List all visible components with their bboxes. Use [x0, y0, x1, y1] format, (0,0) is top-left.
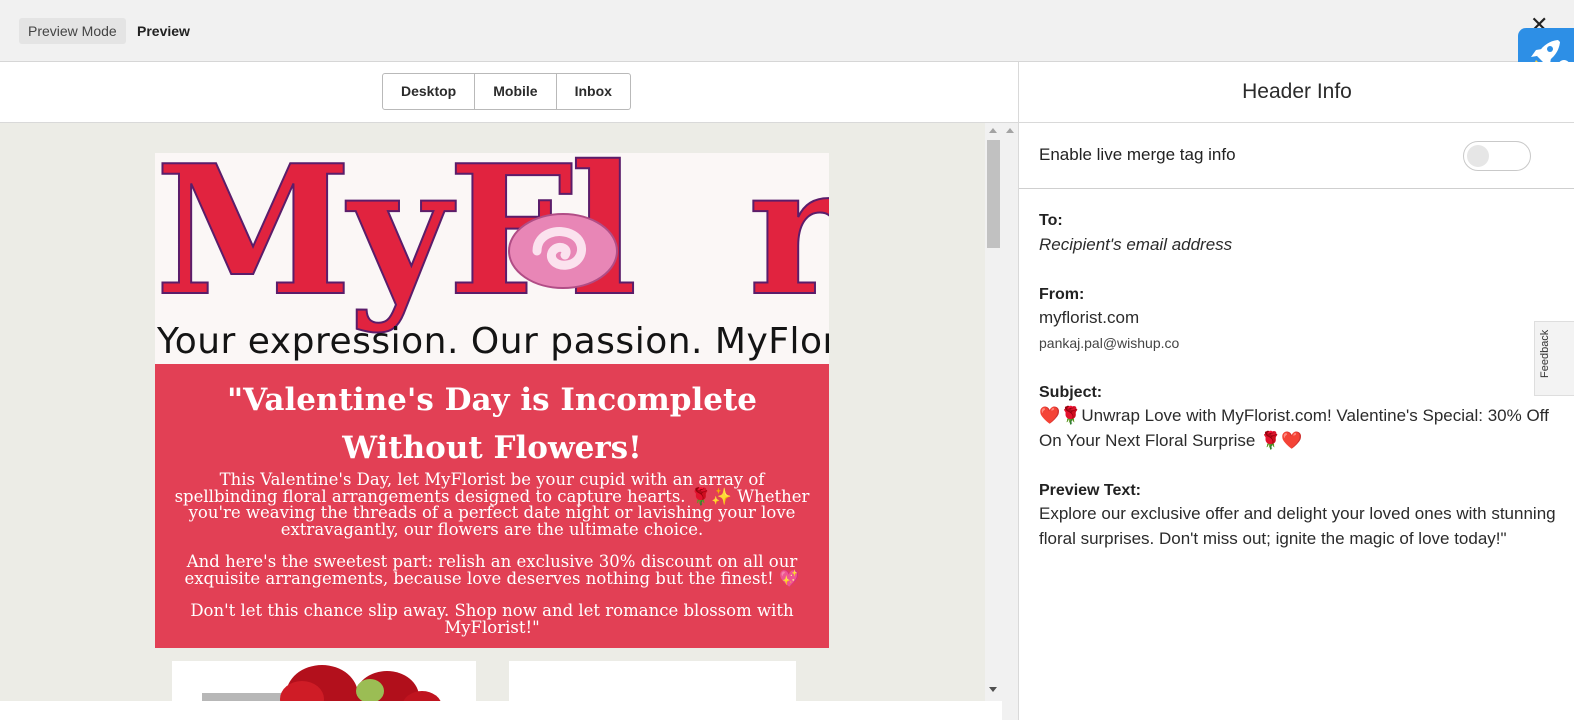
panel-title: Header Info	[1019, 62, 1574, 123]
to-value: Recipient's email address	[1039, 235, 1233, 254]
logo-wordmark: MyFlorist	[155, 153, 829, 335]
top-bar: Preview Mode Preview ✕	[0, 0, 1574, 62]
hero-paragraph-1: This Valentine's Day, let MyFlorist be y…	[174, 470, 810, 539]
subject-label: Subject:	[1039, 384, 1103, 401]
subject-value: ❤️🌹Unwrap Love with MyFlorist.com! Valen…	[1039, 406, 1549, 450]
to-label: To:	[1039, 212, 1063, 229]
preview-text-label: Preview Text:	[1039, 482, 1141, 499]
device-tabs: Desktop Mobile Inbox	[382, 73, 631, 110]
product-image-roses[interactable]	[172, 661, 476, 701]
panel-scroll-up-icon[interactable]	[1006, 128, 1014, 133]
scroll-down-arrow-icon[interactable]	[989, 687, 997, 692]
logo-tagline: Your expression. Our passion. MyFlorist.	[157, 321, 829, 362]
email-logo-banner[interactable]: MyFlorist Your expression. Our passion. …	[155, 153, 829, 364]
from-label: From:	[1039, 286, 1085, 303]
merge-tag-row: Enable live merge tag info	[1019, 123, 1574, 189]
scroll-up-arrow-icon[interactable]	[989, 128, 997, 133]
email-hero-section[interactable]: "Valentine's Day is Incomplete Without F…	[155, 364, 829, 648]
tab-inbox[interactable]: Inbox	[557, 74, 630, 109]
hero-paragraph-2: And here's the sweetest part: relish an …	[184, 552, 800, 588]
feedback-tab[interactable]: Feedback	[1534, 321, 1574, 396]
horizontal-scroll-area	[0, 701, 1002, 720]
merge-toggle-label: Enable live merge tag info	[1039, 145, 1236, 164]
hero-paragraph-3: Don't let this chance slip away. Shop no…	[190, 601, 794, 637]
toggle-knob	[1467, 145, 1489, 167]
email-preview-canvas[interactable]: MyFlorist Your expression. Our passion. …	[0, 123, 985, 701]
hero-title: "Valentine's Day is Incomplete Without F…	[227, 382, 757, 466]
from-email: pankaj.pal@wishup.co	[1039, 335, 1180, 351]
tab-desktop[interactable]: Desktop	[383, 74, 476, 109]
from-name: myflorist.com	[1039, 308, 1140, 327]
product-image-2[interactable]	[509, 661, 796, 701]
device-tab-bar: Desktop Mobile Inbox	[0, 62, 1018, 123]
feedback-label: Feedback	[1539, 329, 1551, 378]
preview-scrollbar[interactable]	[985, 123, 1002, 701]
roses-image	[172, 661, 476, 701]
tab-mobile[interactable]: Mobile	[475, 74, 557, 109]
logo-swirl-icon	[508, 213, 618, 289]
preview-mode-badge: Preview Mode	[19, 18, 126, 44]
merge-tag-toggle[interactable]	[1463, 141, 1531, 171]
page-title: Preview	[137, 23, 190, 39]
preview-text-value: Explore our exclusive offer and delight …	[1039, 504, 1556, 548]
scroll-thumb[interactable]	[987, 140, 1000, 248]
header-info-panel: Header Info Enable live merge tag info T…	[1018, 62, 1574, 720]
